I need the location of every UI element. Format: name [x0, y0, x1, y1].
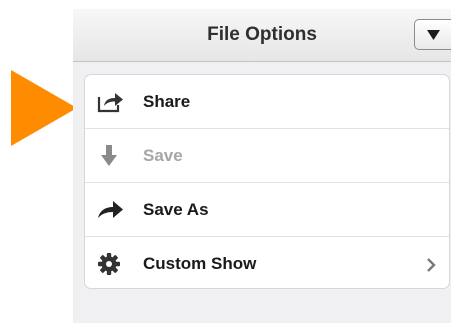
menu-item-label: Save As: [143, 200, 209, 219]
menu-item-label: Save: [143, 146, 183, 165]
orange-pointer-arrow-icon: [11, 70, 77, 146]
panel-header: File Options: [73, 9, 451, 62]
menu-item-share[interactable]: Share: [85, 75, 449, 129]
panel-title: File Options: [207, 24, 317, 45]
dropdown-toggle-button[interactable]: [414, 19, 451, 50]
gear-icon: [98, 253, 120, 275]
file-options-menu: Share Save Save As Custom Show: [84, 74, 450, 289]
share-icon: [97, 93, 123, 113]
menu-item-label: Share: [143, 92, 191, 111]
chevron-right-icon: [427, 258, 436, 272]
triangle-down-icon: [427, 30, 440, 40]
menu-item-save[interactable]: Save: [85, 129, 449, 183]
file-options-panel: File Options Share Save Save As Custom S…: [73, 9, 451, 323]
download-arrow-icon: [101, 145, 117, 166]
menu-item-custom-show[interactable]: Custom Show: [85, 237, 449, 288]
menu-item-save-as[interactable]: Save As: [85, 183, 449, 237]
forward-arrow-icon: [98, 201, 123, 218]
menu-item-label: Custom Show: [143, 254, 257, 273]
